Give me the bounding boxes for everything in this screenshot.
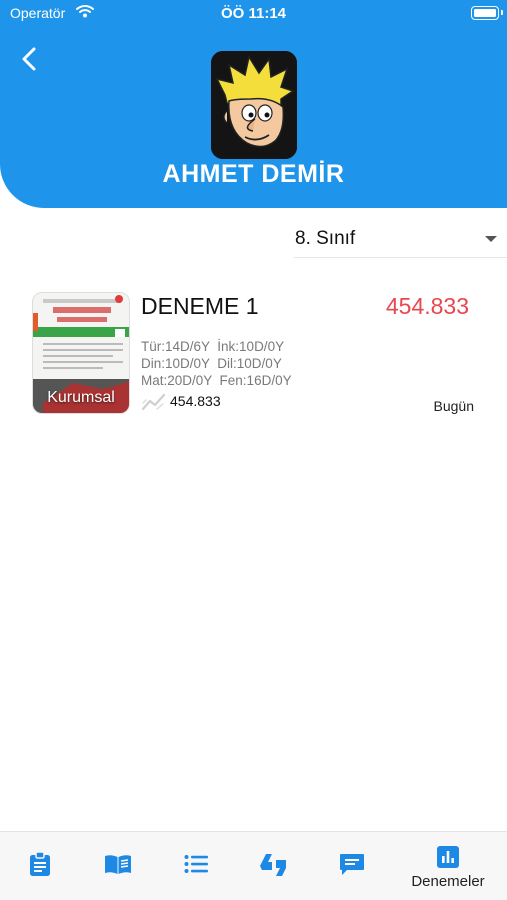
book-icon: [105, 855, 131, 874]
exam-detail-line: Tür:14D/6Y İnk:10D/0Y: [141, 339, 285, 354]
quote-icon: [260, 854, 286, 876]
tab-denemeler[interactable]: Denemeler: [398, 832, 498, 900]
exam-score: 454.833: [385, 293, 469, 319]
tab-exams-list[interactable]: [18, 832, 62, 900]
avatar: [211, 51, 297, 159]
grade-dropdown-value: 8. Sınıf: [295, 228, 356, 249]
exam-date: Bugün: [433, 398, 474, 414]
tab-books[interactable]: [96, 832, 140, 900]
tab-bar: Denemeler: [0, 831, 507, 900]
profile-name: AHMET DEMİR: [162, 160, 345, 188]
status-bar: Operatör ÖÖ 11:14: [0, 0, 507, 28]
tab-quotes[interactable]: [252, 832, 296, 900]
profile-header: Operatör ÖÖ 11:14 AHMET DEMİR: [0, 0, 507, 208]
exam-detail-line: Din:10D/0Y Dil:10D/0Y: [141, 356, 282, 371]
chart-icon: [437, 846, 459, 868]
exam-thumbnail: Kurumsal: [32, 292, 130, 414]
exam-title: DENEME 1: [141, 293, 259, 319]
tab-denemeler-label: Denemeler: [411, 873, 485, 890]
clipboard-icon: [30, 851, 50, 876]
message-icon: [340, 854, 364, 875]
battery-icon: [471, 6, 503, 20]
thumbnail-label: Kurumsal: [47, 389, 115, 406]
grade-dropdown[interactable]: 8. Sınıf: [294, 222, 507, 258]
chevron-down-icon: [485, 236, 497, 242]
exam-list-item[interactable]: Kurumsal DENEME 1 454.833 Tür:14D/6Y İnk…: [0, 280, 507, 425]
tab-messages[interactable]: [330, 832, 374, 900]
clock: ÖÖ 11:14: [220, 5, 287, 22]
net-value: 454.833: [170, 393, 221, 409]
back-button[interactable]: [14, 44, 44, 74]
tab-list[interactable]: [174, 832, 218, 900]
list-icon: [184, 855, 208, 873]
trend-icon: [141, 393, 166, 411]
exam-detail-line: Mat:20D/0Y Fen:16D/0Y: [141, 373, 292, 388]
